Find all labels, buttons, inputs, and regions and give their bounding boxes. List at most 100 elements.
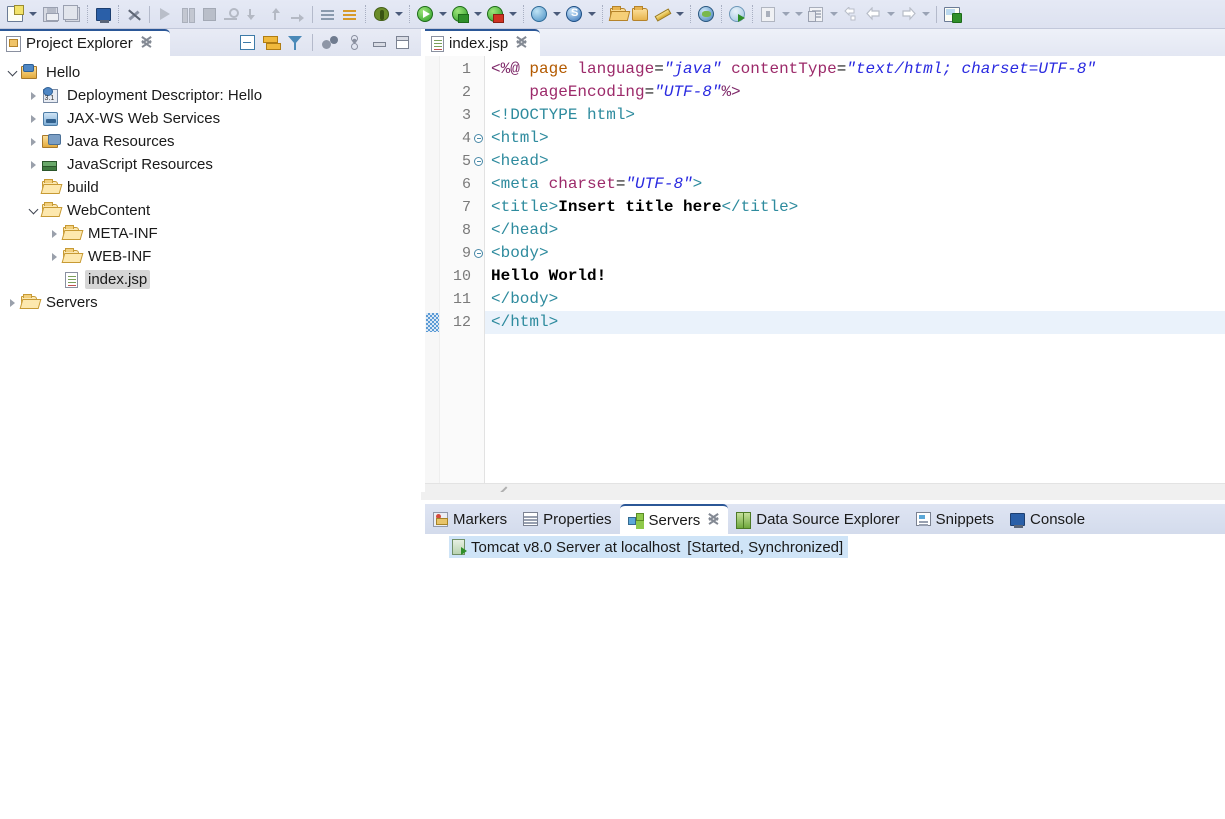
suspend-button[interactable]	[176, 3, 198, 25]
filter-button[interactable]	[284, 32, 306, 54]
chevron-right-icon[interactable]	[25, 130, 41, 153]
step-return-button[interactable]	[286, 3, 308, 25]
code-text-area[interactable]: <%@ page language="java" contentType="te…	[485, 56, 1225, 500]
next-annotation-button[interactable]	[317, 3, 339, 25]
tree-item-index-jsp[interactable]: index.jsp	[0, 268, 421, 291]
run-button[interactable]	[414, 3, 436, 25]
new-wizard-button[interactable]	[4, 3, 26, 25]
struts-dropdown-arrow[interactable]	[585, 3, 598, 25]
code-line[interactable]: <body>	[485, 242, 1225, 265]
tree-item-hello[interactable]: Hello	[0, 61, 421, 84]
code-line[interactable]: </body>	[485, 288, 1225, 311]
back-small-button[interactable]	[840, 3, 862, 25]
tab-console[interactable]: Console	[1002, 504, 1093, 534]
forward-dropdown-arrow[interactable]	[919, 3, 932, 25]
tree-item-jax-ws-web-services[interactable]: JAX-WS Web Services	[0, 107, 421, 130]
tab-data-source-explorer[interactable]: Data Source Explorer	[728, 504, 907, 534]
search-button[interactable]	[726, 3, 748, 25]
horizontal-sash[interactable]	[421, 492, 1225, 500]
chevron-right-icon[interactable]	[25, 153, 41, 176]
debug-button[interactable]	[370, 3, 392, 25]
tab-project-explorer[interactable]: Project Explorer	[0, 29, 170, 56]
java-dropdown-arrow[interactable]	[673, 3, 686, 25]
maximize-button[interactable]	[391, 32, 413, 54]
previous-edit-button[interactable]	[805, 3, 827, 25]
servers-view-body[interactable]: Tomcat v8.0 Server at localhost [Started,…	[425, 534, 1225, 819]
disconnect-button[interactable]	[220, 3, 242, 25]
terminate-button[interactable]	[198, 3, 220, 25]
back-dropdown-arrow[interactable]	[827, 3, 840, 25]
close-icon[interactable]	[515, 36, 528, 50]
tree-item-web-inf[interactable]: WEB-INF	[0, 245, 421, 268]
tab-markers[interactable]: Markers	[425, 504, 515, 534]
step-over-button[interactable]	[264, 3, 286, 25]
close-icon[interactable]	[707, 512, 720, 527]
run-on-server-button[interactable]	[449, 3, 471, 25]
code-line[interactable]: </html>	[485, 311, 1225, 334]
minimize-button[interactable]	[367, 32, 389, 54]
customize-view-button[interactable]	[319, 32, 341, 54]
code-line[interactable]: <%@ page language="java" contentType="te…	[485, 58, 1225, 81]
download-button[interactable]	[757, 3, 779, 25]
open-console-button[interactable]	[92, 3, 114, 25]
save-all-button[interactable]	[61, 3, 83, 25]
new-struts-button[interactable]	[563, 3, 585, 25]
debug-dropdown-arrow[interactable]	[392, 3, 405, 25]
collapse-all-button[interactable]	[236, 32, 258, 54]
view-menu-button[interactable]	[343, 32, 365, 54]
tree-item-meta-inf[interactable]: META-INF	[0, 222, 421, 245]
fold-collapse-icon[interactable]	[473, 127, 484, 150]
chevron-right-icon[interactable]	[25, 84, 41, 107]
close-icon[interactable]	[140, 36, 153, 50]
code-line[interactable]: </head>	[485, 219, 1225, 242]
code-line[interactable]: Hello World!	[485, 265, 1225, 288]
tree-item-servers[interactable]: Servers	[0, 291, 421, 314]
web-browser-button[interactable]	[695, 3, 717, 25]
save-button[interactable]	[39, 3, 61, 25]
tab-servers[interactable]: Servers	[619, 504, 729, 534]
resume-button[interactable]	[154, 3, 176, 25]
step-into-button[interactable]	[242, 3, 264, 25]
code-line[interactable]: <meta charset="UTF-8">	[485, 173, 1225, 196]
code-line[interactable]: <title>Insert title here</title>	[485, 196, 1225, 219]
new-dropdown-arrow[interactable]	[26, 3, 39, 25]
fold-collapse-icon[interactable]	[473, 242, 484, 265]
chevron-right-icon[interactable]	[4, 291, 20, 314]
tree-item-java-resources[interactable]: Java Resources	[0, 130, 421, 153]
chevron-right-icon[interactable]	[25, 107, 41, 130]
code-line[interactable]: pageEncoding="UTF-8"%>	[485, 81, 1225, 104]
profile-dropdown-arrow[interactable]	[506, 3, 519, 25]
code-line[interactable]: <!DOCTYPE html>	[485, 104, 1225, 127]
tree-item-webcontent[interactable]: WebContent	[0, 199, 421, 222]
tree-item-deployment-descriptor-hello[interactable]: Deployment Descriptor: Hello	[0, 84, 421, 107]
new-web-project-button[interactable]	[528, 3, 550, 25]
folding-ruler[interactable]	[473, 56, 485, 500]
perspective-dropdown-arrow[interactable]	[792, 3, 805, 25]
chevron-right-icon[interactable]	[46, 245, 62, 268]
forward-button[interactable]	[897, 3, 919, 25]
profile-on-server-button[interactable]	[484, 3, 506, 25]
download-dropdown-arrow[interactable]	[779, 3, 792, 25]
chevron-down-icon[interactable]	[25, 199, 41, 222]
run-dropdown-arrow[interactable]	[436, 3, 449, 25]
code-line[interactable]: <head>	[485, 150, 1225, 173]
run-server-dropdown-arrow[interactable]	[471, 3, 484, 25]
previous-annotation-button[interactable]	[339, 3, 361, 25]
link-with-editor-button[interactable]	[260, 32, 282, 54]
back-history-arrow[interactable]	[884, 3, 897, 25]
chevron-right-icon[interactable]	[46, 222, 62, 245]
tab-index-jsp[interactable]: index.jsp	[425, 29, 540, 56]
open-type-button[interactable]	[607, 3, 629, 25]
open-task-button[interactable]	[629, 3, 651, 25]
web-dropdown-arrow[interactable]	[550, 3, 563, 25]
code-line[interactable]: <html>	[485, 127, 1225, 150]
annotation-ruler[interactable]	[425, 56, 440, 500]
skip-breakpoints-button[interactable]	[123, 3, 145, 25]
tree-item-build[interactable]: build	[0, 176, 421, 199]
server-list-item[interactable]: Tomcat v8.0 Server at localhost [Started,…	[449, 536, 849, 558]
tab-properties[interactable]: Properties	[515, 504, 619, 534]
tree-item-javascript-resources[interactable]: JavaScript Resources	[0, 153, 421, 176]
back-button[interactable]	[862, 3, 884, 25]
open-perspective-button[interactable]	[941, 3, 963, 25]
tab-snippets[interactable]: Snippets	[908, 504, 1002, 534]
